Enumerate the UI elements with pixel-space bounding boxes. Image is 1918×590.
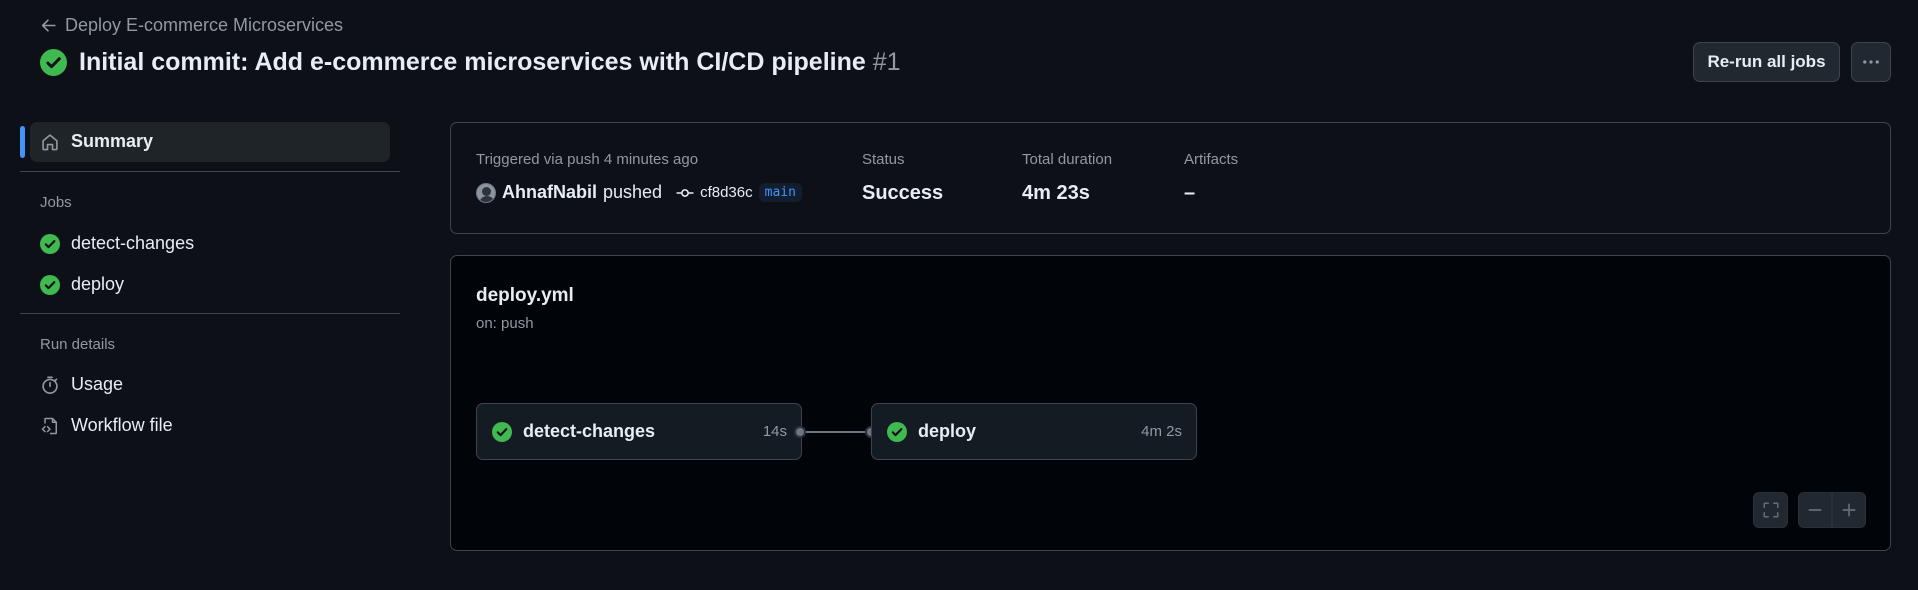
artifacts-value: – xyxy=(1184,182,1196,204)
check-circle-fill-icon xyxy=(887,422,907,442)
plus-icon xyxy=(1842,503,1856,517)
jobs-heading: Jobs xyxy=(40,194,72,211)
artifacts-label: Artifacts xyxy=(1184,151,1239,168)
more-options-button[interactable] xyxy=(1851,42,1891,82)
sidebar-item-workflow-file[interactable]: Workflow file xyxy=(40,415,173,436)
page-title: Initial commit: Add e-commerce microserv… xyxy=(79,48,901,77)
file-code-icon xyxy=(41,417,57,434)
sidebar-divider xyxy=(20,171,400,172)
screen-full-icon xyxy=(1762,502,1779,518)
job-node-name: detect-changes xyxy=(523,421,656,441)
check-circle-fill-icon xyxy=(40,49,67,76)
home-icon xyxy=(42,133,58,150)
run-number: #1 xyxy=(872,48,901,76)
workflow-graph-card: deploy.yml on: push detect-changes 14s d… xyxy=(450,255,1891,551)
status-label: Status xyxy=(862,151,905,168)
sidebar-job-label: deploy xyxy=(71,274,125,294)
kebab-horizontal-icon xyxy=(1863,60,1879,64)
rerun-all-jobs-button[interactable]: Re-run all jobs xyxy=(1693,42,1840,82)
sidebar-workflow-file-label: Workflow file xyxy=(71,415,173,435)
job-node-deploy[interactable]: deploy 4m 2s xyxy=(871,403,1197,460)
job-connector-line xyxy=(800,431,870,433)
job-node-detect-changes[interactable]: detect-changes 14s xyxy=(476,403,802,460)
run-title: Initial commit: Add e-commerce microserv… xyxy=(79,48,866,76)
status-info: Status Success xyxy=(862,151,943,205)
actor-link[interactable]: AhnafNabil xyxy=(502,182,597,203)
artifacts-info: Artifacts – xyxy=(1184,151,1238,205)
commit-sha-link[interactable]: cf8d36c xyxy=(700,184,753,201)
run-details-heading: Run details xyxy=(40,336,116,353)
trigger-info: Triggered via push 4 minutes ago AhnafNa… xyxy=(476,151,802,203)
job-node-duration: 4m 2s xyxy=(1141,423,1182,440)
duration-label: Total duration xyxy=(1022,151,1113,168)
sidebar-item-deploy[interactable]: deploy xyxy=(40,274,124,295)
sidebar-job-label: detect-changes xyxy=(71,233,195,253)
sidebar-summary-link[interactable]: Summary xyxy=(40,131,153,152)
back-to-workflow-link[interactable]: Deploy E-commerce Microservices xyxy=(40,15,343,36)
git-commit-icon xyxy=(676,188,694,197)
fullscreen-button[interactable] xyxy=(1753,492,1788,528)
page-title-row: Initial commit: Add e-commerce microserv… xyxy=(40,48,901,77)
sidebar-item-usage[interactable]: Usage xyxy=(40,374,123,395)
job-node-name: deploy xyxy=(918,421,977,441)
workflow-run-page: Deploy E-commerce Microservices Initial … xyxy=(0,0,1918,590)
trigger-label: Triggered via push 4 minutes ago xyxy=(476,151,699,168)
sidebar-item-summary[interactable]: Summary xyxy=(20,122,390,162)
check-circle-fill-icon xyxy=(40,275,60,295)
push-action-text: pushed xyxy=(603,182,663,202)
arrow-left-icon xyxy=(41,19,56,32)
sidebar-summary-label: Summary xyxy=(71,131,154,151)
sidebar-divider xyxy=(20,313,400,314)
workflow-file-name: deploy.yml xyxy=(476,285,574,306)
stopwatch-icon xyxy=(42,375,58,394)
status-value: Success xyxy=(862,182,944,204)
run-summary-card: Triggered via push 4 minutes ago AhnafNa… xyxy=(450,122,1891,234)
dash-icon xyxy=(1808,509,1822,511)
duration-info: Total duration 4m 23s xyxy=(1022,151,1112,205)
sidebar-item-detect-changes[interactable]: detect-changes xyxy=(40,233,194,254)
sidebar-usage-label: Usage xyxy=(71,374,124,394)
workflow-trigger: on: push xyxy=(476,315,534,332)
job-node-duration: 14s xyxy=(762,423,787,440)
trigger-details: AhnafNabil pushed cf8d36c main xyxy=(476,182,802,203)
back-link-label: Deploy E-commerce Microservices xyxy=(65,15,344,35)
check-circle-fill-icon xyxy=(492,422,512,442)
check-circle-fill-icon xyxy=(40,234,60,254)
branch-badge[interactable]: main xyxy=(758,183,802,202)
duration-value: 4m 23s xyxy=(1022,182,1090,204)
zoom-in-button[interactable] xyxy=(1832,492,1866,528)
avatar[interactable] xyxy=(476,182,496,203)
active-indicator xyxy=(20,126,25,158)
zoom-out-button[interactable] xyxy=(1798,492,1832,528)
connector-dot xyxy=(794,426,806,438)
